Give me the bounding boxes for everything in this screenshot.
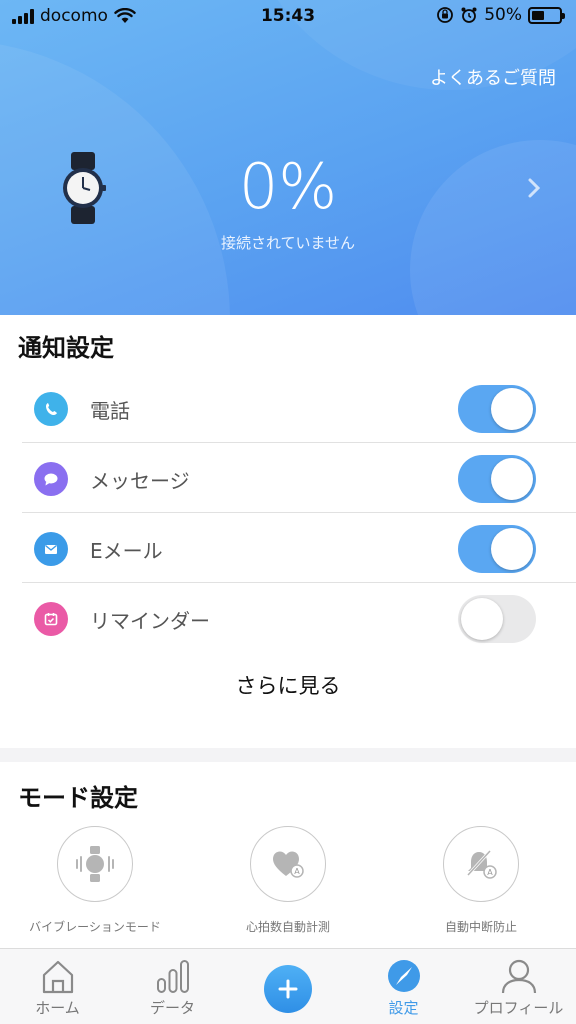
notification-row-email: Eメール	[22, 513, 576, 583]
tab-bar: ホーム データ 設定 プロフィール	[0, 948, 576, 1024]
battery-percent-display: 0%	[238, 150, 338, 223]
vibration-watch-icon	[57, 826, 133, 902]
bar-chart-icon	[156, 960, 189, 993]
faq-link[interactable]: よくあるご質問	[430, 64, 556, 90]
mail-icon	[34, 532, 68, 566]
notification-row-phone: 電話	[22, 373, 576, 443]
connection-status: 接続されていません	[220, 234, 356, 252]
compass-icon	[387, 960, 420, 992]
see-more-button[interactable]: さらに見る	[0, 670, 576, 700]
notification-settings-title: 通知設定	[18, 334, 114, 362]
tab-label: データ	[149, 999, 195, 1017]
svg-text:A: A	[294, 867, 300, 876]
device-header: docomo 15:43 50% よくあるご質問 0% 接続されていません	[0, 0, 576, 315]
phone-icon	[34, 392, 68, 426]
message-icon	[34, 462, 68, 496]
tab-label: ホーム	[35, 999, 80, 1017]
rotation-lock-icon	[437, 7, 454, 23]
plus-icon	[278, 979, 298, 999]
alarm-icon	[461, 7, 477, 23]
battery-icon	[528, 6, 565, 24]
tab-label: プロフィール	[473, 999, 564, 1017]
email-notification-toggle[interactable]	[458, 525, 536, 573]
mode-label: 心拍数自動計測	[245, 920, 330, 934]
notification-label: Eメール	[90, 539, 163, 563]
do-not-disturb-auto-icon: A	[443, 826, 519, 902]
battery-percent: 50%	[484, 5, 522, 25]
profile-icon	[501, 959, 536, 994]
tab-settings[interactable]: 設定	[346, 957, 461, 1018]
status-bar: docomo 15:43 50%	[0, 0, 576, 34]
mode-label: 自動中断防止	[444, 920, 517, 934]
tab-data[interactable]: データ	[115, 957, 230, 1018]
notification-label: メッセージ	[90, 469, 190, 493]
notification-label: 電話	[90, 399, 130, 423]
home-icon	[42, 960, 73, 994]
mode-label: バイブレーションモード	[29, 920, 161, 934]
notification-row-reminder: リマインダー	[22, 583, 576, 653]
section-divider	[0, 748, 576, 762]
chevron-right-icon[interactable]	[524, 176, 544, 200]
tab-label: 設定	[388, 999, 419, 1017]
svg-text:A: A	[487, 868, 493, 877]
tab-home[interactable]: ホーム	[0, 957, 115, 1018]
reminder-notification-toggle[interactable]	[458, 595, 536, 643]
add-button[interactable]	[264, 965, 312, 1013]
message-notification-toggle[interactable]	[458, 455, 536, 503]
mode-heart-rate[interactable]: A 心拍数自動計測	[208, 826, 368, 935]
mode-settings-title: モード設定	[18, 784, 138, 812]
phone-notification-toggle[interactable]	[458, 385, 536, 433]
reminder-icon	[34, 602, 68, 636]
mode-auto-dnd[interactable]: A 自動中断防止	[401, 826, 561, 935]
tab-profile[interactable]: プロフィール	[461, 957, 576, 1018]
notification-label: リマインダー	[90, 609, 210, 633]
notification-row-message: メッセージ	[22, 443, 576, 513]
heart-auto-icon: A	[250, 826, 326, 902]
mode-vibration[interactable]: バイブレーションモード	[15, 826, 175, 935]
